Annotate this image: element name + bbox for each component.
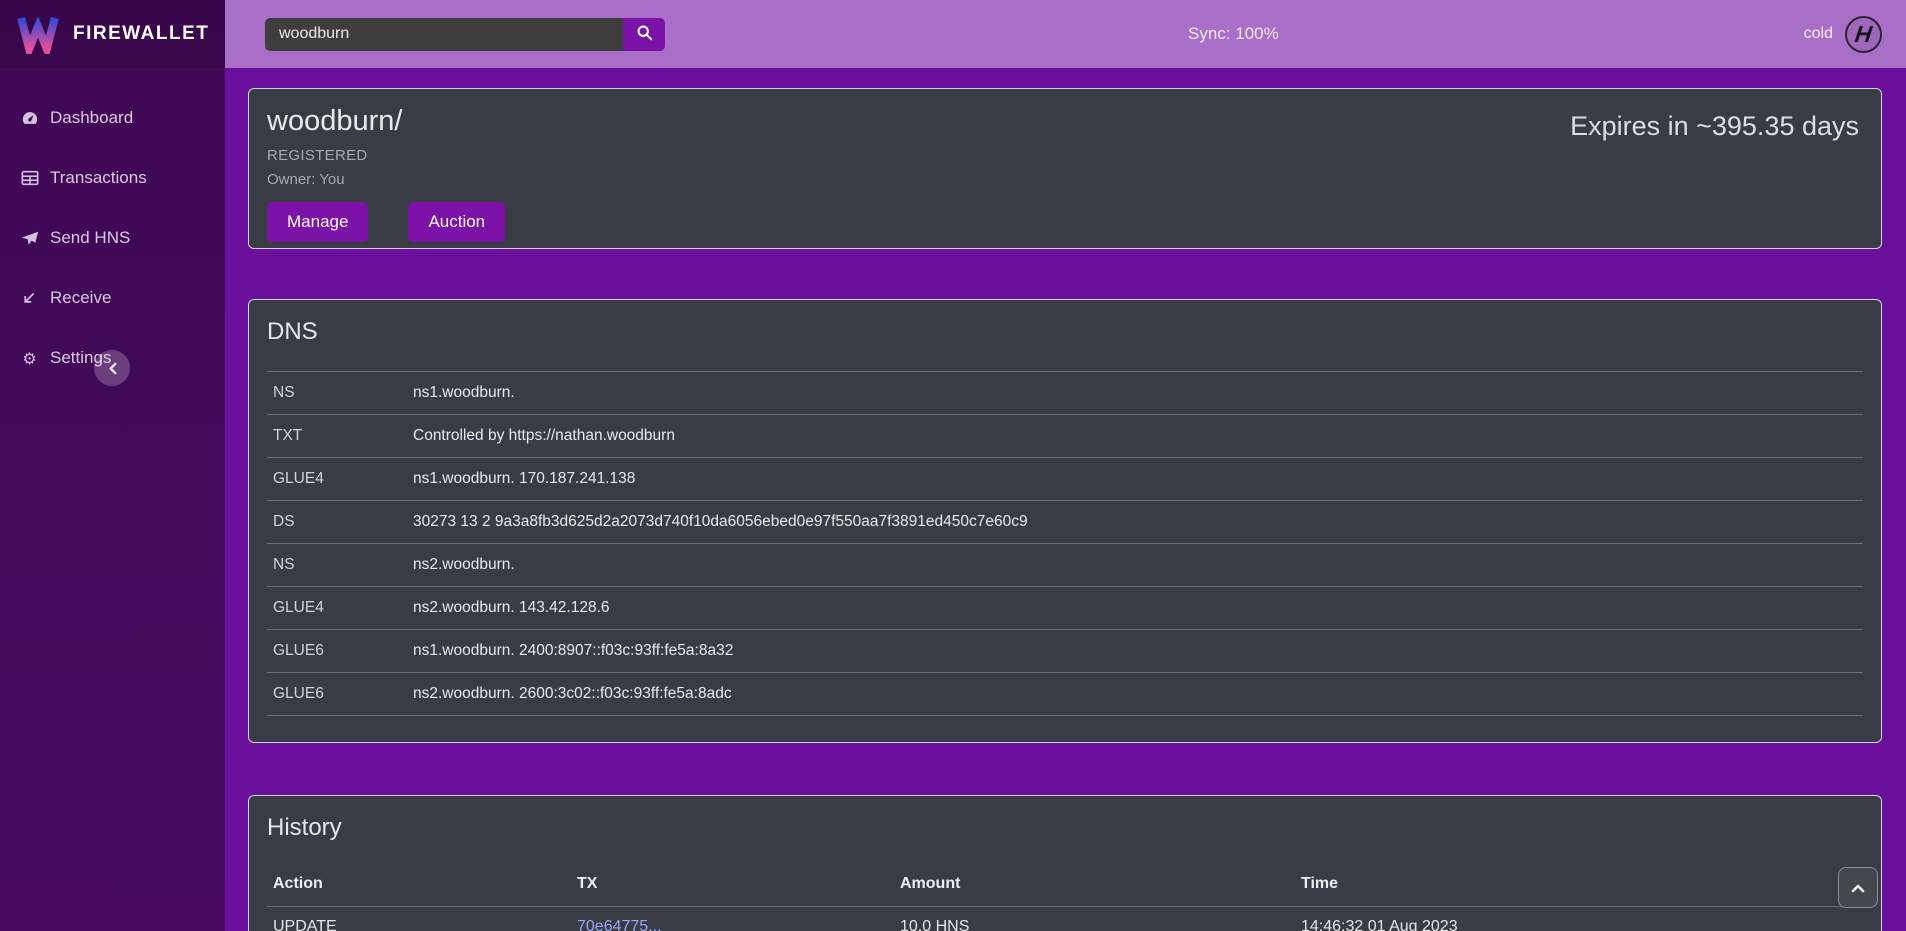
- table-row: GLUE6 ns1.woodburn. 2400:8907::f03c:93ff…: [267, 629, 1863, 672]
- table-icon: [20, 169, 39, 188]
- sidebar-item-receive[interactable]: Receive: [0, 274, 225, 322]
- gauge-icon: [20, 109, 39, 128]
- table-row: NS ns1.woodburn.: [267, 371, 1863, 414]
- table-row: DS 30273 13 2 9a3a8fb3d625d2a2073d740f10…: [267, 500, 1863, 543]
- sidebar-item-dashboard[interactable]: Dashboard: [0, 94, 225, 142]
- sidebar-collapse-button[interactable]: [94, 350, 130, 386]
- dns-record-type: GLUE4: [273, 470, 413, 488]
- topbar: Sync: 100% cold H: [225, 0, 1906, 68]
- table-row: NS ns2.woodburn.: [267, 543, 1863, 586]
- dns-record-type: NS: [273, 384, 413, 402]
- scroll-to-top-button[interactable]: [1838, 867, 1878, 908]
- dns-record-type: NS: [273, 556, 413, 574]
- dns-record-value: ns2.woodburn.: [413, 556, 515, 574]
- firewallet-logo-icon: [16, 14, 60, 54]
- dns-record-value: ns1.woodburn. 2400:8907::f03c:93ff:fe5a:…: [413, 642, 733, 660]
- history-header-row: Action TX Amount Time: [267, 864, 1863, 906]
- domain-owner: Owner: You: [267, 171, 1863, 188]
- history-header-tx: TX: [577, 875, 900, 893]
- sync-status: Sync: 100%: [1188, 0, 1279, 68]
- sidebar-item-label: Dashboard: [50, 108, 133, 128]
- history-table: Action TX Amount Time UPDATE 70e64775...…: [267, 864, 1863, 931]
- table-row: GLUE4 ns1.woodburn. 170.187.241.138: [267, 457, 1863, 500]
- history-amount: 10.0 HNS: [900, 918, 1301, 931]
- sidebar: FIREWALLET Dashboard Transactions Send H…: [0, 0, 225, 931]
- dns-record-type: GLUE6: [273, 685, 413, 703]
- send-icon: [20, 229, 39, 248]
- chevron-left-icon: [107, 362, 118, 375]
- sidebar-nav: Dashboard Transactions Send HNS Receive …: [0, 68, 225, 382]
- dns-record-value: ns2.woodburn. 2600:3c02::f03c:93ff:fe5a:…: [413, 685, 732, 703]
- dns-record-type: GLUE4: [273, 599, 413, 617]
- search-bar: [265, 18, 665, 51]
- chevron-up-icon: [1851, 883, 1865, 893]
- dns-record-type: DS: [273, 513, 413, 531]
- domain-actions: Manage Auction: [267, 202, 1863, 242]
- sidebar-item-label: Receive: [50, 288, 111, 308]
- table-row: TXT Controlled by https://nathan.woodbur…: [267, 414, 1863, 457]
- sidebar-item-label: Send HNS: [50, 228, 130, 248]
- search-input[interactable]: [265, 18, 623, 51]
- domain-card: woodburn/ Expires in ~395.35 days REGIST…: [248, 88, 1882, 249]
- app-title: FIREWALLET: [73, 23, 209, 45]
- dns-title: DNS: [249, 318, 1881, 346]
- history-header-time: Time: [1301, 875, 1857, 893]
- dns-record-type: GLUE6: [273, 642, 413, 660]
- dns-record-value: ns1.woodburn. 170.187.241.138: [413, 470, 635, 488]
- dns-card: DNS NS ns1.woodburn. TXT Controlled by h…: [248, 299, 1882, 743]
- manage-button[interactable]: Manage: [267, 202, 368, 242]
- gear-icon: ⚙: [20, 349, 39, 368]
- search-button[interactable]: [623, 18, 665, 51]
- dns-table: NS ns1.woodburn. TXT Controlled by https…: [267, 371, 1863, 716]
- handshake-logo-icon[interactable]: H: [1845, 16, 1882, 53]
- app-logo-row: FIREWALLET: [0, 0, 225, 68]
- history-card: History Action TX Amount Time UPDATE 70e…: [248, 795, 1882, 931]
- history-header-amount: Amount: [900, 875, 1301, 893]
- table-row: GLUE4 ns2.woodburn. 143.42.128.6: [267, 586, 1863, 629]
- sidebar-item-transactions[interactable]: Transactions: [0, 154, 225, 202]
- sidebar-item-label: Transactions: [50, 168, 147, 188]
- history-title: History: [249, 814, 1881, 842]
- main-content: woodburn/ Expires in ~395.35 days REGIST…: [225, 0, 1906, 931]
- search-icon: [636, 24, 653, 44]
- dns-record-value: Controlled by https://nathan.woodburn: [413, 427, 675, 445]
- history-action: UPDATE: [273, 918, 577, 931]
- tx-link[interactable]: 70e64775...: [577, 918, 662, 931]
- receive-icon: [20, 289, 39, 308]
- wallet-indicator: cold H: [1804, 16, 1906, 53]
- auction-button[interactable]: Auction: [408, 202, 505, 242]
- dns-record-value: ns1.woodburn.: [413, 384, 515, 402]
- history-time: 14:46:32 01 Aug 2023: [1301, 918, 1857, 931]
- domain-expiry: Expires in ~395.35 days: [1570, 111, 1859, 142]
- wallet-name: cold: [1804, 25, 1833, 43]
- sidebar-item-send-hns[interactable]: Send HNS: [0, 214, 225, 262]
- history-header-action: Action: [273, 875, 577, 893]
- dns-record-value: 30273 13 2 9a3a8fb3d625d2a2073d740f10da6…: [413, 513, 1028, 531]
- table-row: UPDATE 70e64775... 10.0 HNS 14:46:32 01 …: [267, 906, 1863, 931]
- dns-record-value: ns2.woodburn. 143.42.128.6: [413, 599, 610, 617]
- table-row: GLUE6 ns2.woodburn. 2600:3c02::f03c:93ff…: [267, 672, 1863, 716]
- domain-status: REGISTERED: [267, 147, 1863, 164]
- dns-record-type: TXT: [273, 427, 413, 445]
